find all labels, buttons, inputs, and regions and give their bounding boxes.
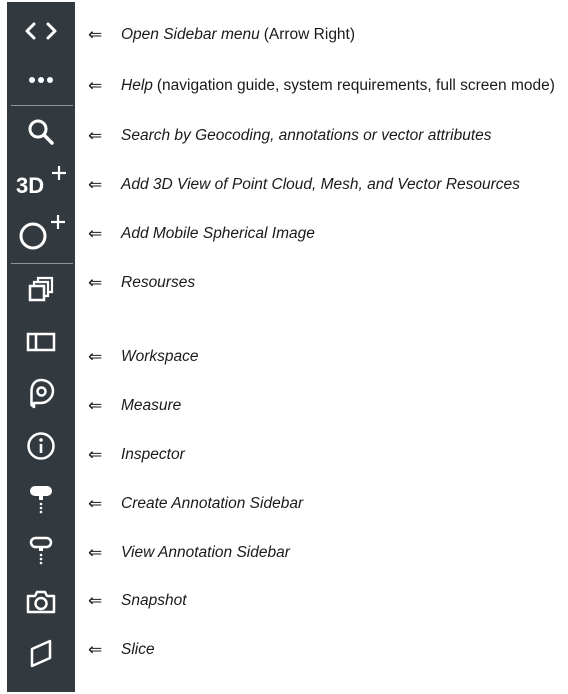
- legend-label: Search by Geocoding, annotations or vect…: [121, 127, 492, 144]
- legend-row: ⇐ Open Sidebar menu (Arrow Right): [88, 21, 355, 49]
- search-icon: [28, 119, 54, 145]
- left-arrow-icon: ⇐: [88, 494, 103, 514]
- legend-row: ⇐ Workspace: [88, 343, 199, 371]
- legend-row: ⇐ Add 3D View of Point Cloud, Mesh, and …: [88, 171, 520, 199]
- view-annotation-icon: [29, 536, 53, 565]
- slice-icon: [30, 639, 52, 668]
- snapshot-button[interactable]: [7, 580, 75, 624]
- add-3d-view-icon: 3D: [16, 166, 66, 198]
- add-spherical-image-button[interactable]: [7, 210, 75, 254]
- legend-row: ⇐ Search by Geocoding, annotations or ve…: [88, 122, 492, 150]
- legend-label: Slice: [121, 641, 155, 658]
- search-button[interactable]: [7, 110, 75, 154]
- add-spherical-image-icon: [19, 215, 65, 250]
- left-arrow-icon: ⇐: [88, 273, 103, 293]
- legend-label: Resourses: [121, 274, 196, 291]
- legend-row: ⇐ Help (navigation guide, system require…: [88, 72, 555, 100]
- open-sidebar-button[interactable]: [7, 9, 75, 53]
- left-arrow-icon: ⇐: [88, 347, 103, 367]
- sidebar-toolbar: 3D: [7, 2, 75, 692]
- create-annotation-icon: [30, 486, 52, 514]
- legend-row: ⇐ Inspector: [88, 441, 185, 469]
- more-dots-icon: [29, 77, 53, 83]
- legend-row: ⇐ Resourses: [88, 269, 195, 297]
- legend-row: ⇐ Snapshot: [88, 587, 187, 615]
- workspace-button[interactable]: [7, 320, 75, 364]
- legend-row: ⇐ Add Mobile Spherical Image: [88, 220, 315, 248]
- legend-row: ⇐ Slice: [88, 636, 155, 664]
- resources-button[interactable]: [7, 268, 75, 312]
- measure-icon: [30, 378, 55, 409]
- code-chevrons-icon: [25, 22, 57, 40]
- create-annotation-button[interactable]: [7, 476, 75, 520]
- legend-row: ⇐ View Annotation Sidebar: [88, 539, 290, 567]
- legend-row: ⇐ Measure: [88, 392, 181, 420]
- toolbar-separator: [11, 263, 73, 264]
- measure-button[interactable]: [7, 372, 75, 416]
- legend-label: Add Mobile Spherical Image: [121, 225, 315, 242]
- legend-note: (Arrow Right): [263, 26, 356, 43]
- view-annotation-button[interactable]: [7, 528, 75, 572]
- inspector-button[interactable]: [7, 424, 75, 468]
- left-arrow-icon: ⇐: [88, 396, 103, 416]
- legend-label: Measure: [121, 397, 182, 414]
- workspace-icon: [26, 332, 56, 352]
- left-arrow-icon: ⇐: [88, 224, 103, 244]
- legend-label: Add 3D View of Point Cloud, Mesh, and Ve…: [121, 176, 520, 193]
- legend-label: Open Sidebar menu: [121, 26, 260, 43]
- legend-label: View Annotation Sidebar: [121, 544, 290, 561]
- legend-note: (navigation guide, system requirements, …: [156, 77, 555, 94]
- help-button[interactable]: [7, 58, 75, 102]
- inspector-icon: [27, 432, 55, 460]
- snapshot-icon: [26, 590, 56, 614]
- left-arrow-icon: ⇐: [88, 591, 103, 611]
- legend-row: ⇐ Create Annotation Sidebar: [88, 490, 303, 518]
- left-arrow-icon: ⇐: [88, 126, 103, 146]
- left-arrow-icon: ⇐: [88, 543, 103, 563]
- add-3d-view-button[interactable]: 3D: [7, 160, 75, 204]
- left-arrow-icon: ⇐: [88, 175, 103, 195]
- legend-label: Snapshot: [121, 592, 187, 609]
- legend-label: Workspace: [121, 348, 199, 365]
- left-arrow-icon: ⇐: [88, 76, 103, 96]
- left-arrow-icon: ⇐: [88, 640, 103, 660]
- legend-label: Help: [121, 77, 153, 94]
- resources-icon: [28, 276, 54, 302]
- legend-label: Create Annotation Sidebar: [121, 495, 304, 512]
- left-arrow-icon: ⇐: [88, 445, 103, 465]
- slice-button[interactable]: [7, 632, 75, 676]
- left-arrow-icon: ⇐: [88, 25, 103, 45]
- toolbar-separator: [11, 105, 73, 106]
- add-3d-view-label: 3D: [16, 173, 44, 198]
- legend-label: Inspector: [121, 446, 185, 463]
